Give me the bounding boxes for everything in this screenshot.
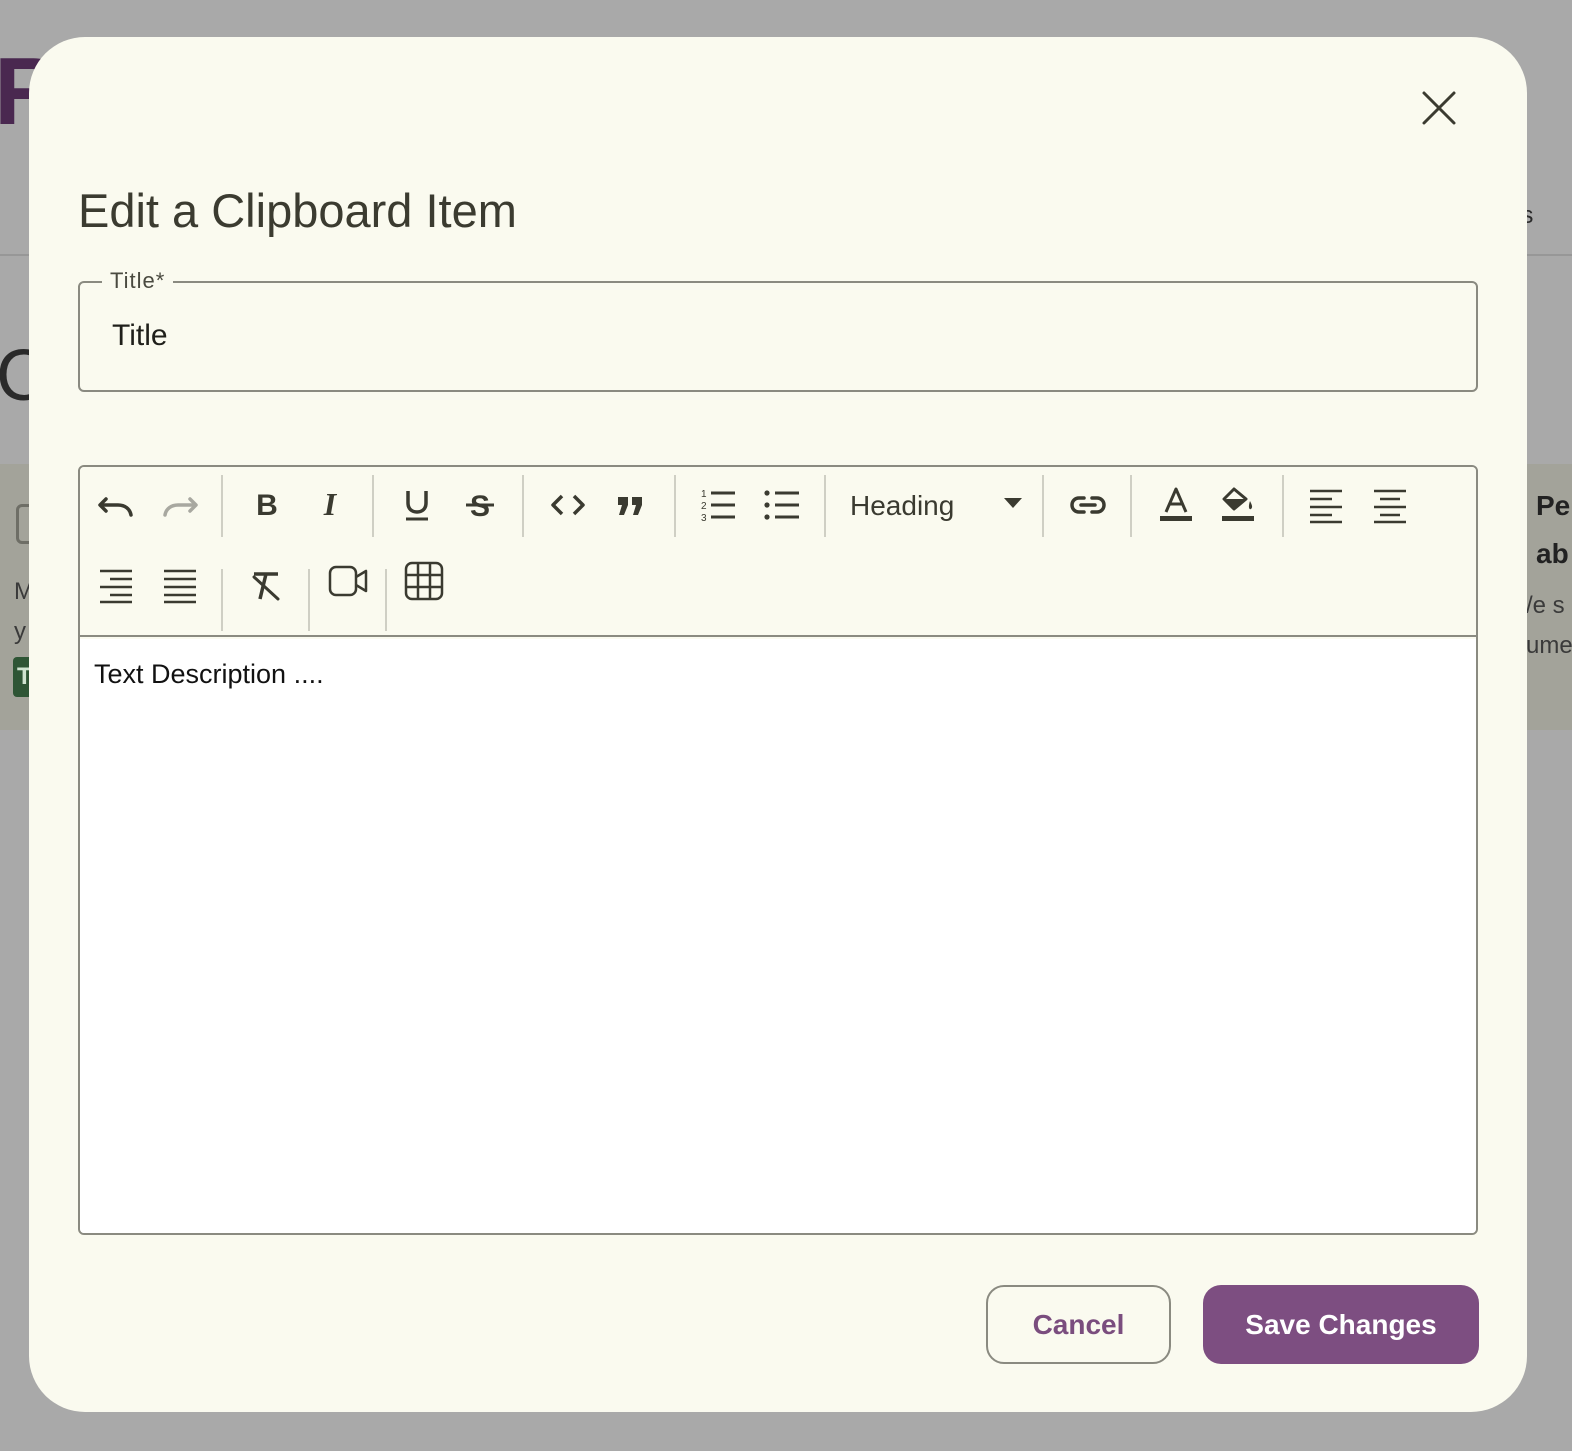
toolbar-separator: [1282, 475, 1284, 537]
insert-video-button[interactable]: [326, 559, 370, 603]
background-card-text: /e s: [1526, 592, 1565, 619]
title-input[interactable]: [112, 319, 1442, 353]
align-left-icon: [1310, 489, 1342, 524]
align-justify-button[interactable]: [158, 563, 202, 607]
ordered-list-button[interactable]: 1 2 3: [696, 483, 740, 527]
underline-icon: [406, 491, 428, 521]
clear-format-button[interactable]: [244, 563, 288, 607]
code-button[interactable]: [546, 483, 590, 527]
strikethrough-button[interactable]: S: [458, 483, 502, 527]
undo-button[interactable]: [94, 483, 138, 527]
text-color-button[interactable]: [1154, 483, 1198, 527]
background-card-text: y: [14, 618, 26, 645]
redo-button[interactable]: [158, 483, 202, 527]
heading-select[interactable]: Heading: [850, 483, 1032, 527]
quote-icon: [618, 497, 642, 515]
background-card-text: ume: [1526, 632, 1572, 659]
toolbar-separator: [221, 475, 223, 537]
highlight-color-button[interactable]: [1216, 483, 1260, 527]
italic-icon: I: [323, 486, 338, 522]
caret-down-icon: [1004, 498, 1022, 508]
rich-text-editor: B I S: [78, 465, 1478, 1235]
editor-toolbar: B I S: [80, 467, 1476, 637]
align-right-icon: [100, 569, 132, 604]
toolbar-separator: [308, 569, 310, 631]
svg-text:1: 1: [701, 489, 707, 500]
toolbar-separator: [1130, 475, 1132, 537]
align-center-button[interactable]: [1368, 483, 1412, 527]
table-icon: [404, 561, 444, 601]
editor-content[interactable]: Text Description ....: [80, 639, 1476, 1233]
text-color-icon: [1160, 487, 1192, 521]
align-left-button[interactable]: [1304, 483, 1348, 527]
bold-icon: B: [256, 489, 278, 522]
toolbar-separator: [824, 475, 826, 537]
link-icon: [1070, 496, 1106, 514]
underline-button[interactable]: [395, 483, 439, 527]
bullet-list-icon: [764, 490, 799, 520]
insert-table-button[interactable]: [402, 559, 446, 603]
title-field-label: Title*: [102, 268, 174, 294]
bold-button[interactable]: B: [245, 483, 289, 527]
redo-icon: [163, 497, 198, 517]
clear-format-icon: [252, 572, 280, 601]
edit-clipboard-dialog: Edit a Clipboard Item Title* Title B I 1…: [29, 37, 1527, 1412]
italic-button[interactable]: I: [308, 483, 352, 527]
undo-icon: [98, 497, 133, 517]
paint-bucket-icon: [1222, 487, 1254, 521]
toolbar-separator: [385, 569, 387, 631]
svg-text:2: 2: [701, 501, 707, 512]
svg-text:3: 3: [701, 513, 707, 524]
svg-text:I: I: [323, 486, 338, 522]
heading-select-value: Heading: [850, 490, 955, 521]
background-card-title: Pe: [1536, 490, 1571, 521]
code-icon: [551, 494, 585, 516]
link-button[interactable]: [1066, 483, 1110, 527]
strikethrough-icon: S: [466, 490, 494, 523]
bullet-list-button[interactable]: [760, 483, 804, 527]
toolbar-separator: [221, 569, 223, 631]
close-icon: [1422, 91, 1456, 125]
svg-text:B: B: [256, 489, 278, 522]
cancel-button[interactable]: Cancel: [986, 1285, 1171, 1364]
toolbar-separator: [674, 475, 676, 537]
blockquote-button[interactable]: [608, 483, 652, 527]
background-card-title: ab: [1536, 538, 1569, 569]
title-field: Title*: [78, 268, 1478, 392]
dialog-title: Edit a Clipboard Item: [78, 184, 517, 237]
video-icon: [328, 565, 368, 597]
save-changes-button[interactable]: Save Changes: [1203, 1285, 1479, 1364]
close-button[interactable]: [1420, 89, 1458, 127]
align-right-button[interactable]: [94, 563, 138, 607]
toolbar-separator: [372, 475, 374, 537]
toolbar-separator: [1042, 475, 1044, 537]
ordered-list-icon: 1 2 3: [701, 489, 735, 524]
align-justify-icon: [164, 569, 196, 604]
toolbar-separator: [522, 475, 524, 537]
align-center-icon: [1374, 489, 1406, 524]
